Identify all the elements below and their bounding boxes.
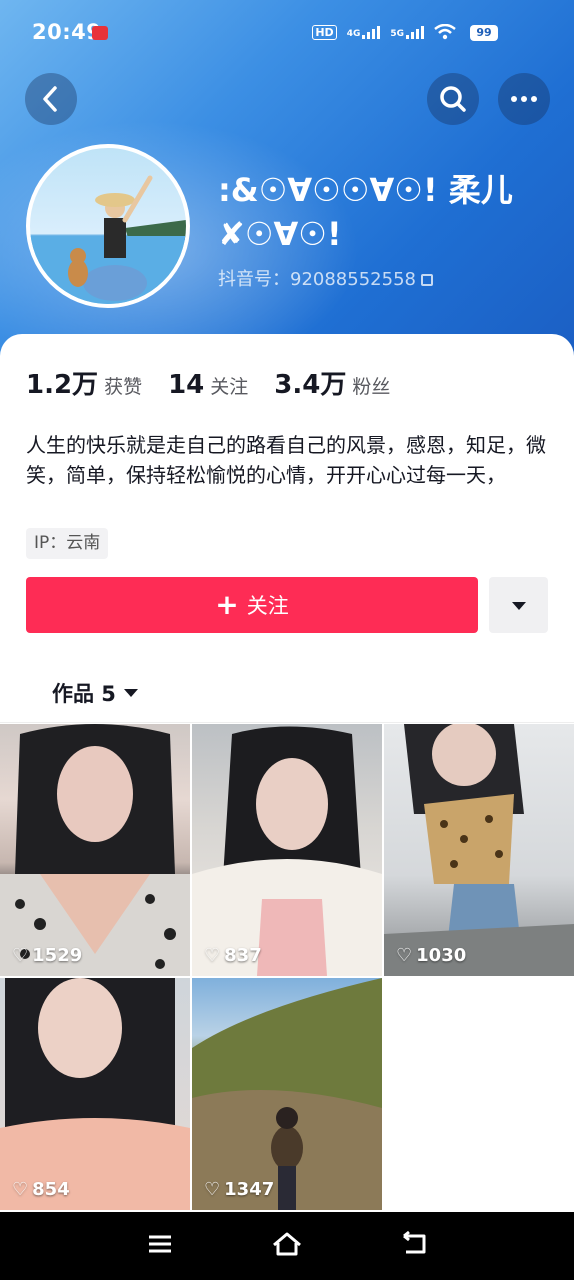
heart-icon: ♡ (396, 945, 413, 966)
stat-label: 粉丝 (352, 376, 391, 398)
stat-following[interactable]: 14 关注 (168, 370, 248, 400)
divider (0, 722, 574, 723)
video-thumbnail[interactable]: ♡ 1347 (192, 978, 382, 1210)
stat-value: 14 (168, 370, 205, 400)
status-indicators: HD 4G 5G (312, 24, 456, 40)
works-tab-label: 作品 5 (52, 682, 116, 706)
like-count: ♡ 1030 (396, 945, 466, 966)
chevron-left-icon (43, 86, 57, 112)
heart-icon: ♡ (12, 945, 29, 966)
wifi-icon (434, 24, 456, 40)
plus-icon: + (215, 588, 239, 621)
follow-label: 关注 (246, 594, 289, 618)
heart-icon: ♡ (204, 1179, 221, 1200)
nickname: :&☉∀☉☉∀☉! 柔儿✘☉∀☉! (218, 171, 513, 253)
signal-4g-icon: 4G (347, 25, 381, 39)
follow-button[interactable]: + 关注 (26, 577, 478, 633)
stat-label: 获赞 (104, 376, 143, 398)
video-thumbnail[interactable]: ♡ 1529 (0, 724, 190, 976)
like-count-value: 854 (32, 1179, 70, 1200)
hd-icon: HD (312, 24, 337, 40)
stat-likes[interactable]: 1.2万 获赞 (26, 364, 142, 401)
douyin-id-text: 抖音号：92088552558 (218, 269, 416, 290)
thumbnail-image (0, 978, 190, 1210)
stat-value: 3.4万 (274, 370, 347, 400)
battery-icon: 99 (470, 25, 498, 41)
stat-value: 1.2万 (26, 370, 99, 400)
more-button[interactable] (498, 73, 550, 125)
status-bar: 20:49 HD 4G 5G 99 (0, 0, 574, 64)
like-count: ♡ 1347 (204, 1179, 274, 1200)
stats-row: 1.2万 获赞 14 关注 3.4万 粉丝 (26, 364, 416, 401)
network-5g-label: 5G (390, 29, 404, 39)
profile-header: 20:49 HD 4G 5G 99:&☉∀☉☉∀☉! 柔儿✘☉∀☉! 抖音号：… (0, 0, 574, 360)
avatar-image (30, 175, 186, 304)
video-thumbnail[interactable]: ♡ 854 (0, 978, 190, 1210)
network-4g-label: 4G (346, 29, 361, 39)
copy-icon[interactable] (420, 274, 433, 286)
video-thumbnail[interactable]: ♡ 1030 (384, 724, 574, 976)
ip-location-badge: IP：云南 (26, 528, 109, 559)
stat-label: 关注 (210, 376, 249, 398)
recommend-dropdown-button[interactable] (489, 577, 548, 633)
app-notification-icon (92, 26, 108, 40)
more-dots-icon (511, 96, 537, 102)
like-count: ♡ 854 (12, 1179, 70, 1200)
like-count-value: 837 (224, 945, 262, 966)
tab-works[interactable]: 作品 5 (52, 678, 138, 708)
thumbnail-image (192, 726, 382, 976)
heart-icon: ♡ (204, 945, 221, 966)
stat-followers[interactable]: 3.4万 粉丝 (274, 364, 390, 401)
search-icon (440, 86, 466, 112)
thumbnail-image (0, 724, 190, 976)
video-thumbnail[interactable]: ♡ 837 (192, 724, 382, 976)
home-icon[interactable] (271, 1230, 303, 1258)
back-nav-icon[interactable] (400, 1230, 430, 1258)
menu-icon[interactable] (146, 1230, 174, 1258)
like-count-value: 1529 (32, 945, 83, 966)
signal-5g-icon: 5G (390, 25, 424, 39)
thumbnail-image (384, 724, 574, 976)
thumbnail-image (192, 978, 382, 1210)
search-button[interactable] (427, 73, 479, 125)
like-count: ♡ 1529 (12, 945, 82, 966)
avatar[interactable] (26, 144, 190, 308)
caret-down-icon (123, 689, 138, 697)
douyin-id[interactable]: 抖音号：92088552558 (218, 265, 433, 291)
system-nav-bar (0, 1212, 574, 1280)
profile-sheet: 1.2万 获赞 14 关注 3.4万 粉丝 人生的快乐就是走自己的路看自己的风景… (0, 334, 574, 1220)
status-time: 20:49 (32, 20, 102, 44)
heart-icon: ♡ (12, 1179, 29, 1200)
bio-text: 人生的快乐就是走自己的路看自己的风景，感恩，知足，微笑，简单，保持轻松愉悦的心情… (26, 433, 546, 487)
like-count-value: 1030 (416, 945, 467, 966)
back-button[interactable] (25, 73, 77, 125)
like-count: ♡ 837 (204, 945, 262, 966)
like-count-value: 1347 (224, 1179, 275, 1200)
